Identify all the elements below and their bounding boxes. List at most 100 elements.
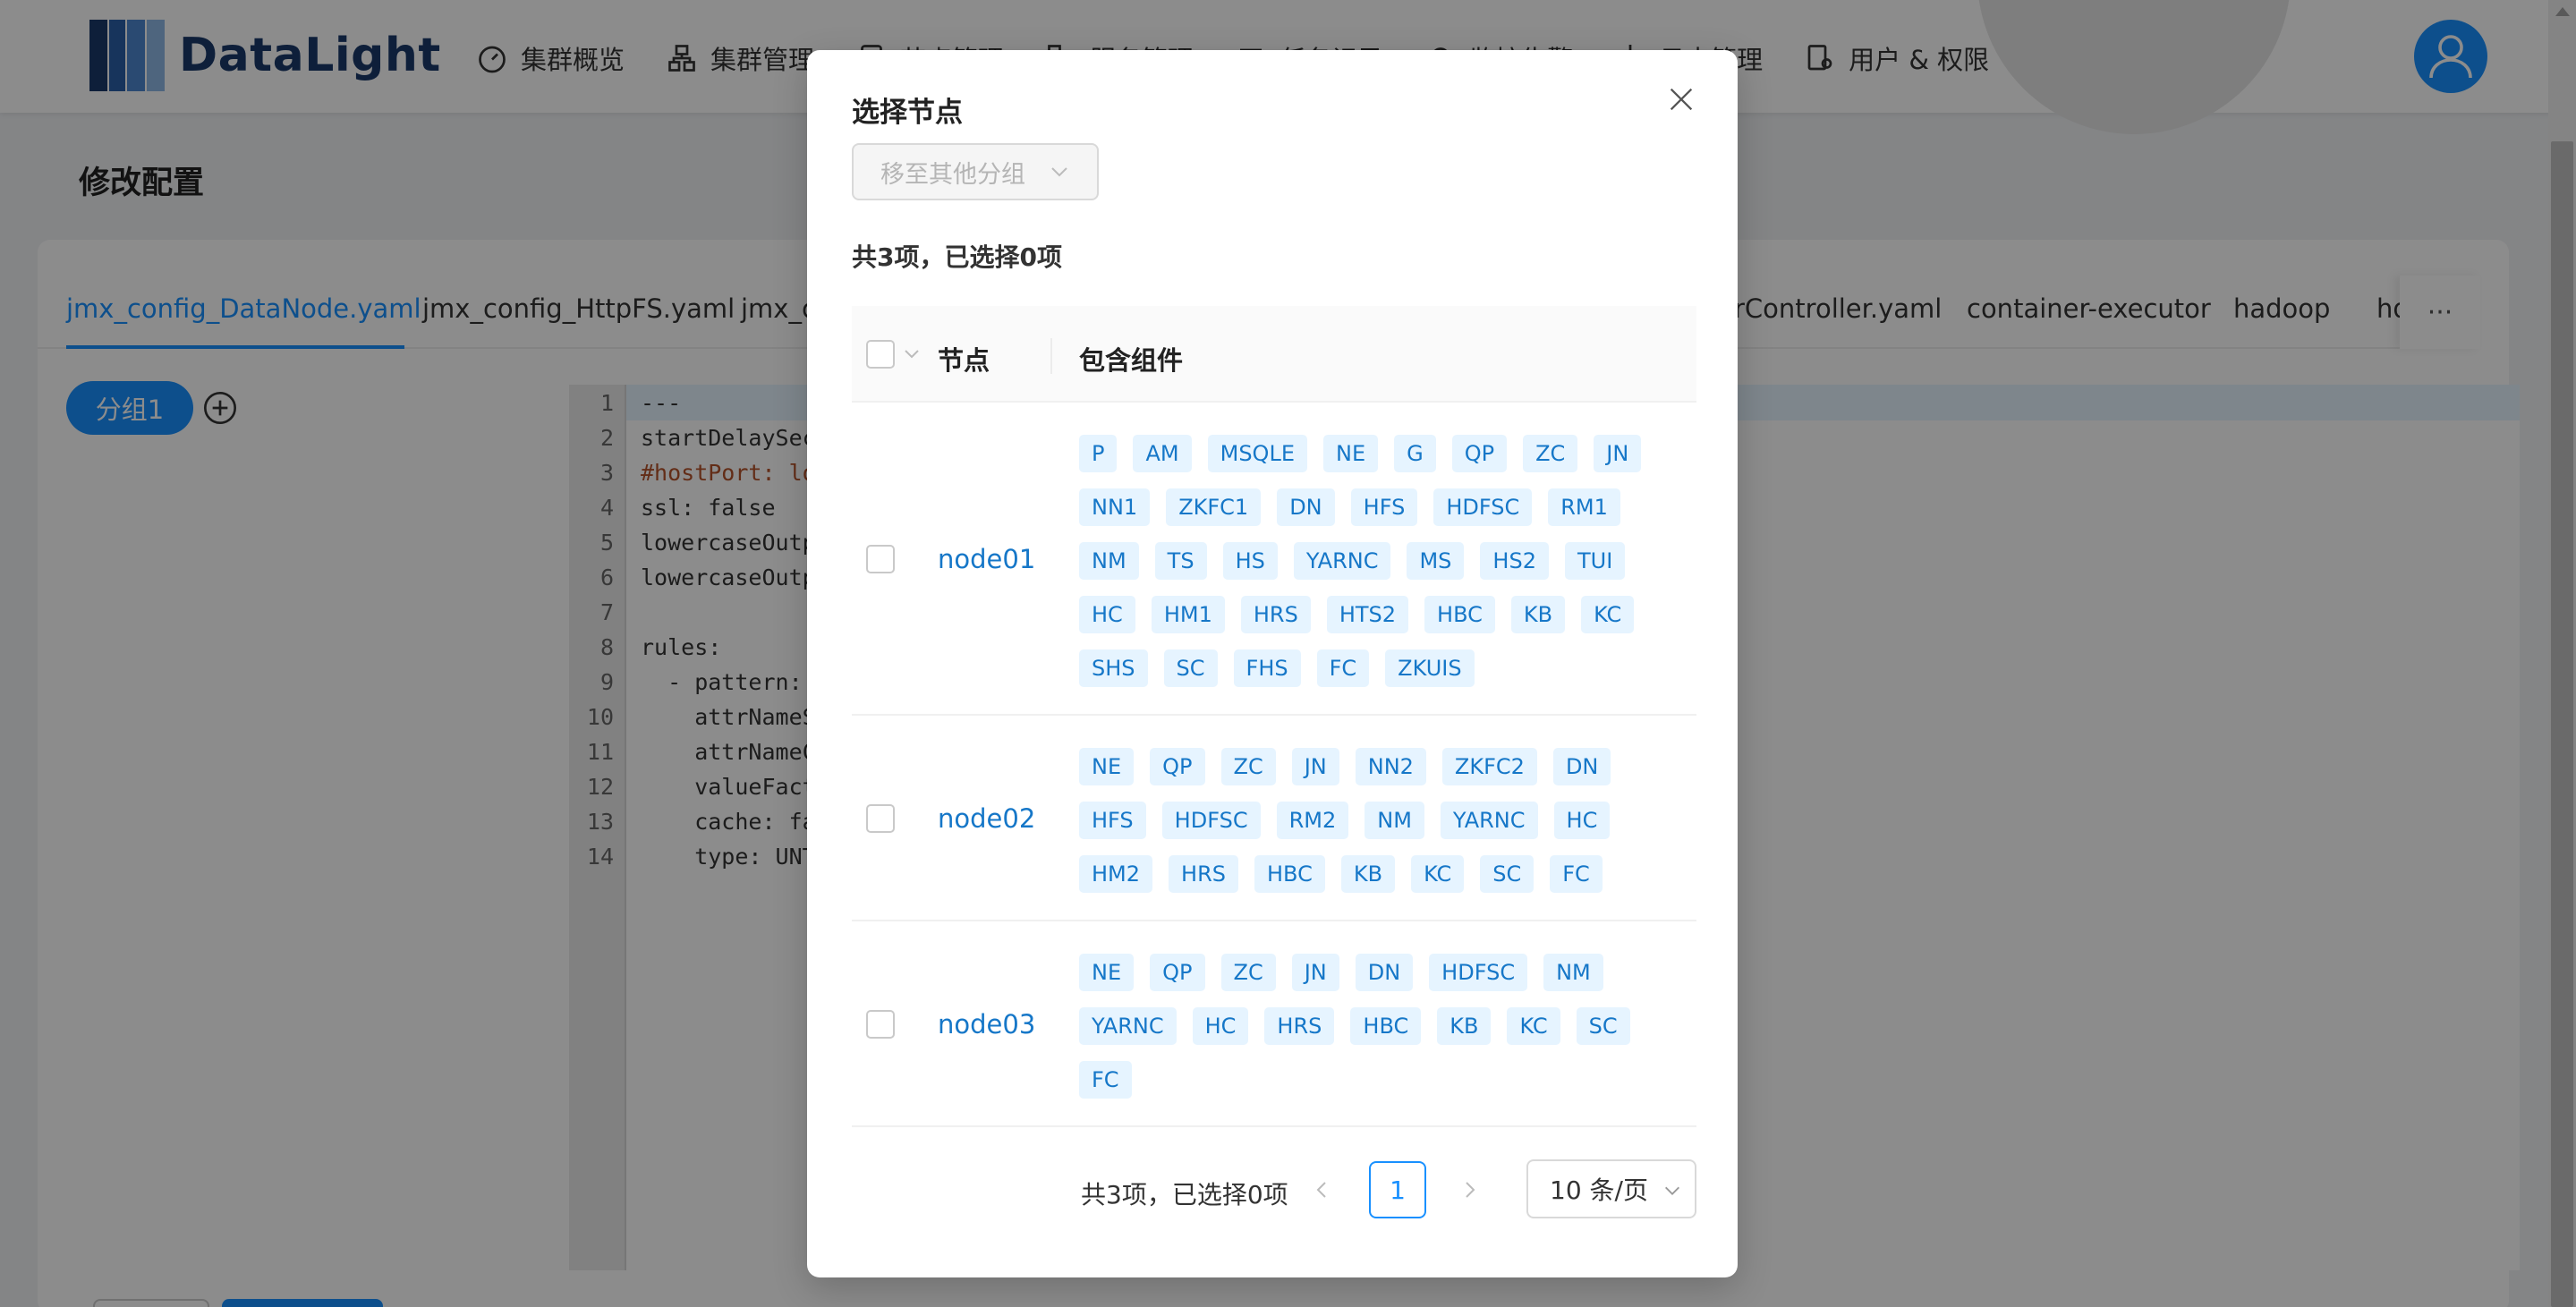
component-tag: TUI (1564, 542, 1626, 580)
component-tag: DN (1552, 748, 1611, 785)
move-to-group-placeholder: 移至其他分组 (880, 160, 1025, 189)
component-tag: HTS2 (1326, 596, 1409, 633)
component-tag: JN (1291, 748, 1339, 785)
component-tag: ZKFC2 (1441, 748, 1537, 785)
component-tag: HM2 (1079, 855, 1153, 893)
component-tag: NN2 (1355, 748, 1426, 785)
component-tag: HDFSC (1433, 488, 1533, 526)
component-tag: ZC (1523, 435, 1578, 472)
component-tag: KC (1507, 1007, 1560, 1045)
close-icon[interactable] (1666, 84, 1696, 115)
component-tag: QP (1150, 954, 1205, 991)
table-header: 节点 包含组件 (852, 306, 1696, 403)
component-tag: MS (1407, 542, 1465, 580)
dialog-title: 选择节点 (852, 97, 963, 129)
component-tag: KC (1581, 596, 1635, 633)
component-tag: HC (1079, 596, 1135, 633)
component-tag: HS (1222, 542, 1278, 580)
chevron-left-icon[interactable] (1312, 1179, 1333, 1201)
component-tag: HDFSC (1161, 802, 1261, 839)
page-size-select[interactable]: 10 条/页 (1526, 1159, 1696, 1218)
component-tag: KB (1340, 855, 1396, 893)
component-tag: NN1 (1079, 488, 1151, 526)
component-tag: AM (1133, 435, 1192, 472)
component-tag: HBC (1424, 596, 1495, 633)
component-tag: RM2 (1276, 802, 1349, 839)
chevron-down-icon (1051, 167, 1067, 177)
component-tags: NE QP ZC JN DN HDFSC NM YARNC HC HRS HBC KB KC SC FC (1079, 954, 1688, 1115)
component-tag: KB (1437, 1007, 1492, 1045)
component-tag: HRS (1169, 855, 1238, 893)
component-tag: ZKUIS (1385, 649, 1475, 687)
row-checkbox[interactable] (866, 1010, 895, 1039)
component-tag: HC (1192, 1007, 1249, 1045)
node-name[interactable]: node03 (938, 1009, 1035, 1040)
selection-summary: 共3项，已选择0项 (852, 242, 1062, 272)
table-row[interactable]: node01 P AM MSQLE NE G QP ZC JN NN1 ZKFC1 DN HFS HDF… (852, 403, 1696, 716)
component-tag: JN (1291, 954, 1339, 991)
component-tag: ZKFC1 (1166, 488, 1262, 526)
component-tag: HC (1553, 802, 1611, 839)
component-tag: DN (1277, 488, 1335, 526)
component-tags: NE QP ZC JN NN2 ZKFC2 DN HFS HDFSC RM2 NM YARNC HC HM… (1079, 748, 1688, 909)
component-tag: KC (1411, 855, 1465, 893)
table-row[interactable]: node03 NE QP ZC JN DN HDFSC NM YARNC HC HRS HBC KB K… (852, 921, 1696, 1127)
component-tag: TS (1154, 542, 1207, 580)
component-tag: HM1 (1151, 596, 1225, 633)
component-tag: ZC (1220, 748, 1276, 785)
component-tag: NM (1365, 802, 1424, 839)
pagination: 共3项，已选择0项 1 10 条/页 (807, 1159, 1738, 1222)
pagination-total: 共3项，已选择0项 (1081, 1180, 1288, 1209)
node-table: 节点 包含组件 node01 P AM MSQLE NE G QP ZC JN NN1 ZKFC1… (852, 306, 1696, 1127)
page-size-value: 10 条/页 (1550, 1175, 1648, 1205)
component-tag: HFS (1350, 488, 1418, 526)
chevron-right-icon[interactable] (1458, 1179, 1480, 1201)
column-header-components: 包含组件 (1079, 345, 1184, 376)
component-tag: NM (1543, 954, 1603, 991)
component-tag: HBC (1350, 1007, 1422, 1045)
component-tag: SHS (1079, 649, 1148, 687)
component-tag: YARNC (1440, 802, 1538, 839)
component-tag: NE (1322, 435, 1379, 472)
component-tag: HDFSC (1429, 954, 1528, 991)
component-tag: RM1 (1548, 488, 1620, 526)
node-name[interactable]: node01 (938, 544, 1035, 574)
component-tag: SC (1480, 855, 1535, 893)
component-tag: HRS (1240, 596, 1311, 633)
component-tag: ZC (1220, 954, 1276, 991)
component-tag: MSQLE (1207, 435, 1307, 472)
component-tag: SC (1576, 1007, 1630, 1045)
component-tag: HFS (1079, 802, 1146, 839)
component-tag: YARNC (1079, 1007, 1177, 1045)
row-checkbox[interactable] (866, 545, 895, 573)
component-tag: QP (1150, 748, 1205, 785)
component-tag: JN (1594, 435, 1642, 472)
component-tag: YARNC (1293, 542, 1391, 580)
component-tag: FC (1079, 1061, 1132, 1099)
chevron-down-icon (1665, 1186, 1679, 1195)
component-tag: HBC (1254, 855, 1325, 893)
component-tag: NE (1079, 954, 1135, 991)
component-tag: HS2 (1480, 542, 1549, 580)
component-tag: NM (1079, 542, 1139, 580)
move-to-group-select[interactable]: 移至其他分组 (852, 143, 1099, 200)
column-divider (1050, 338, 1052, 374)
chevron-down-icon[interactable] (904, 349, 920, 360)
component-tag: HRS (1264, 1007, 1335, 1045)
select-all-checkbox[interactable] (866, 340, 895, 369)
node-name[interactable]: node02 (938, 803, 1035, 834)
component-tag: NE (1079, 748, 1135, 785)
component-tag: FC (1316, 649, 1370, 687)
component-tag: KB (1510, 596, 1566, 633)
component-tags: P AM MSQLE NE G QP ZC JN NN1 ZKFC1 DN HFS HDFSC RM1 NM… (1079, 435, 1688, 703)
column-header-node: 节点 (938, 345, 990, 376)
component-tag: QP (1451, 435, 1508, 472)
component-tag: FC (1550, 855, 1603, 893)
component-tag: SC (1163, 649, 1218, 687)
component-tag: FHS (1233, 649, 1301, 687)
table-row[interactable]: node02 NE QP ZC JN NN2 ZKFC2 DN HFS HDFSC RM2 NM YA… (852, 716, 1696, 921)
page-1-button[interactable]: 1 (1369, 1161, 1426, 1218)
component-tag: DN (1355, 954, 1414, 991)
select-node-dialog: 选择节点 移至其他分组 共3项，已选择0项 节点 包含组件 node01 P AM… (807, 50, 1738, 1277)
row-checbox[interactable] (866, 804, 895, 833)
